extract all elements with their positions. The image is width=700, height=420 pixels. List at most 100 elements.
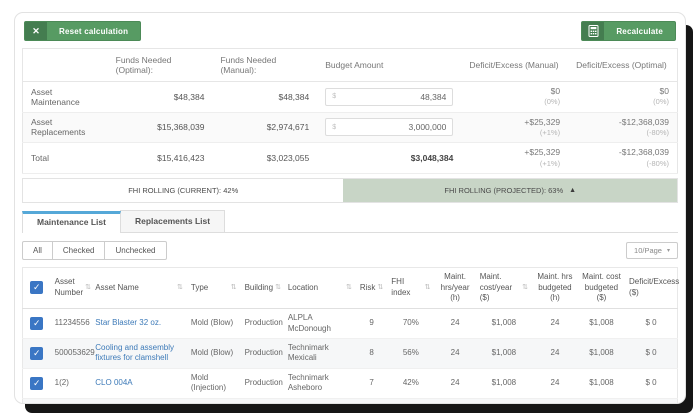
summary-header-row: Funds Needed (Optimal): Funds Needed (Ma… [22, 48, 678, 82]
deficit-excess-cell: $ 0 [625, 368, 678, 399]
col-risk[interactable]: Risk ⇅ [355, 267, 388, 310]
risk-cell: 7 [355, 368, 388, 399]
type-cell: Mold (Blow) [186, 308, 241, 339]
row-label: Asset Maintenance [22, 81, 108, 113]
col-location[interactable]: Location ⇅ [283, 267, 356, 310]
deficit-optimal-value: $0 [659, 86, 669, 96]
recalculate-button[interactable]: Recalculate [581, 21, 676, 41]
table-row: ✓ 1(2) CLO 004A Mold (Injection) Product… [22, 368, 678, 399]
asset-name-link[interactable]: CLO 004A [95, 378, 132, 387]
col-label: FHI index [391, 277, 411, 297]
maintenance-budget-input-box: $ [325, 87, 454, 106]
maint-cost-budgeted-cell: $1,008 [577, 308, 626, 339]
select-all-checkbox[interactable]: ✓ [30, 281, 44, 295]
col-building[interactable]: Building ⇅ [240, 267, 284, 310]
row-checkbox[interactable]: ✓ [30, 346, 44, 360]
summary-header-empty [22, 48, 108, 82]
type-cell: Mold (Injection) [186, 368, 241, 399]
fhi-rolling-bar: FHI ROLLING (CURRENT): 42% FHI ROLLING (… [22, 177, 678, 203]
replacements-budget-input[interactable] [340, 122, 447, 133]
risk-cell: 7 [355, 398, 388, 403]
funds-manual-value: $48,384 [212, 81, 318, 113]
filter-all-button[interactable]: All [22, 240, 53, 260]
col-asset-name[interactable]: Asset Name ⇅ [91, 267, 187, 310]
fhi-index-cell: 56% [387, 338, 435, 369]
maint-cost-year-cell: $1,008 [475, 398, 533, 403]
filter-checked-button[interactable]: Checked [51, 240, 106, 260]
deficit-manual-cell: $0 (0%) [461, 81, 569, 113]
deficit-excess-cell: $ 0 [625, 398, 678, 403]
asset-name-link[interactable]: Cooling and assembly fixtures for clamsh… [95, 343, 174, 362]
sort-icon[interactable]: ⇅ [229, 283, 237, 292]
col-label: Maint. cost budgeted ($) [582, 271, 621, 303]
funds-optimal-value: $48,384 [107, 81, 213, 113]
funds-manual-value: $3,023,055 [212, 142, 318, 174]
asset-calculation-panel: ✕ Reset calculation Recalculate Funds Ne… [14, 12, 686, 404]
col-asset-number[interactable]: Asset Number ⇅ [50, 267, 92, 310]
location-cell: Technimark Asheboro [283, 368, 356, 399]
filter-unchecked-button[interactable]: Unchecked [104, 240, 167, 260]
asset-name-cell: Cooling and assembly fixtures for clamsh… [91, 338, 187, 369]
building-cell: Production [240, 308, 284, 339]
asset-name-cell: CLO 013A [91, 398, 187, 403]
sort-icon[interactable]: ⇅ [344, 283, 352, 292]
summary-row-replacements: Asset Replacements $15,368,039 $2,974,67… [22, 112, 678, 144]
deficit-optimal-cell: $0 (0%) [568, 81, 678, 113]
fhi-index-cell: 70% [387, 308, 435, 339]
col-label: Type [190, 282, 209, 292]
deficit-excess-cell: $ 0 [625, 308, 678, 339]
maintenance-budget-input[interactable] [340, 91, 447, 102]
deficit-optimal-value: -$12,368,039 [618, 147, 669, 158]
location-cell: ALPLA McDonough [283, 308, 356, 339]
replacements-budget-input-box: $ [325, 118, 454, 137]
tab-maintenance-list[interactable]: Maintenance List [22, 210, 121, 233]
asset-number-cell: 11234556 [50, 308, 92, 339]
sort-icon[interactable]: ⇅ [423, 283, 431, 292]
col-label: Asset Number [54, 277, 84, 297]
deficit-manual-value: $0 [550, 86, 561, 96]
col-maint-cost-budgeted: Maint. cost budgeted ($) [577, 267, 626, 310]
deficit-excess-cell: $ 0 [625, 338, 678, 369]
maint-cost-budgeted-cell: $1,008 [577, 398, 626, 403]
tab-replacements-list[interactable]: Replacements List [119, 209, 226, 232]
page-size-value: 10/Page [634, 245, 662, 255]
asset-name-link[interactable]: Star Blaster 32 oz. [95, 318, 161, 327]
funds-optimal-value: $15,368,039 [107, 112, 213, 144]
col-type[interactable]: Type ⇅ [186, 267, 241, 310]
close-icon: ✕ [25, 22, 47, 40]
col-label: Maint. hrs budgeted (h) [537, 271, 573, 303]
row-checkbox[interactable]: ✓ [30, 376, 44, 390]
maint-hrs-year-cell: 24 [434, 368, 476, 399]
location-cell: Technimark Asheboro [283, 398, 356, 403]
asset-number-cell: 1(2) [50, 368, 92, 399]
sort-icon[interactable]: ⇅ [175, 283, 183, 292]
col-fhi-index[interactable]: FHI index ⇅ [387, 267, 435, 310]
risk-cell: 9 [355, 308, 388, 339]
row-checkbox-cell: ✓ [22, 398, 51, 403]
sort-icon[interactable]: ⇅ [375, 283, 383, 292]
col-label: Risk [359, 282, 376, 292]
col-label: Maint. hrs/year (h) [440, 271, 470, 303]
row-checkbox-cell: ✓ [22, 338, 51, 369]
asset-name-cell: CLO 004A [91, 368, 187, 399]
page-size-select[interactable]: 10/Page ▾ [626, 241, 678, 259]
maint-hrs-budgeted-cell: 24 [532, 368, 578, 399]
type-cell: Mold (Blow) [186, 338, 241, 369]
summary-row-total: Total $15,416,423 $3,023,055 $3,048,384 … [22, 142, 678, 174]
summary-header-funds-optimal: Funds Needed (Optimal): [107, 48, 213, 82]
reset-calculation-button[interactable]: ✕ Reset calculation [24, 21, 142, 41]
col-label: Location [287, 282, 319, 292]
budget-summary-table: Funds Needed (Optimal): Funds Needed (Ma… [22, 48, 678, 174]
sort-icon[interactable]: ⇅ [273, 283, 281, 292]
risk-cell: 8 [355, 338, 388, 369]
maint-hrs-year-cell: 24 [434, 338, 476, 369]
deficit-optimal-pct: (0%) [653, 97, 669, 107]
sort-icon[interactable]: ⇅ [520, 283, 528, 292]
table-body: ✓ 11234556 Star Blaster 32 oz. Mold (Blo… [22, 308, 678, 403]
sort-icon[interactable]: ⇅ [83, 283, 91, 292]
funds-manual-value: $2,974,671 [212, 112, 318, 144]
summary-row-maintenance: Asset Maintenance $48,384 $48,384 $ $0 (… [22, 81, 678, 113]
maint-cost-year-cell: $1,008 [475, 368, 533, 399]
col-maint-cost-year[interactable]: Maint. cost/year ($) ⇅ [475, 267, 533, 310]
row-checkbox[interactable]: ✓ [30, 317, 44, 331]
